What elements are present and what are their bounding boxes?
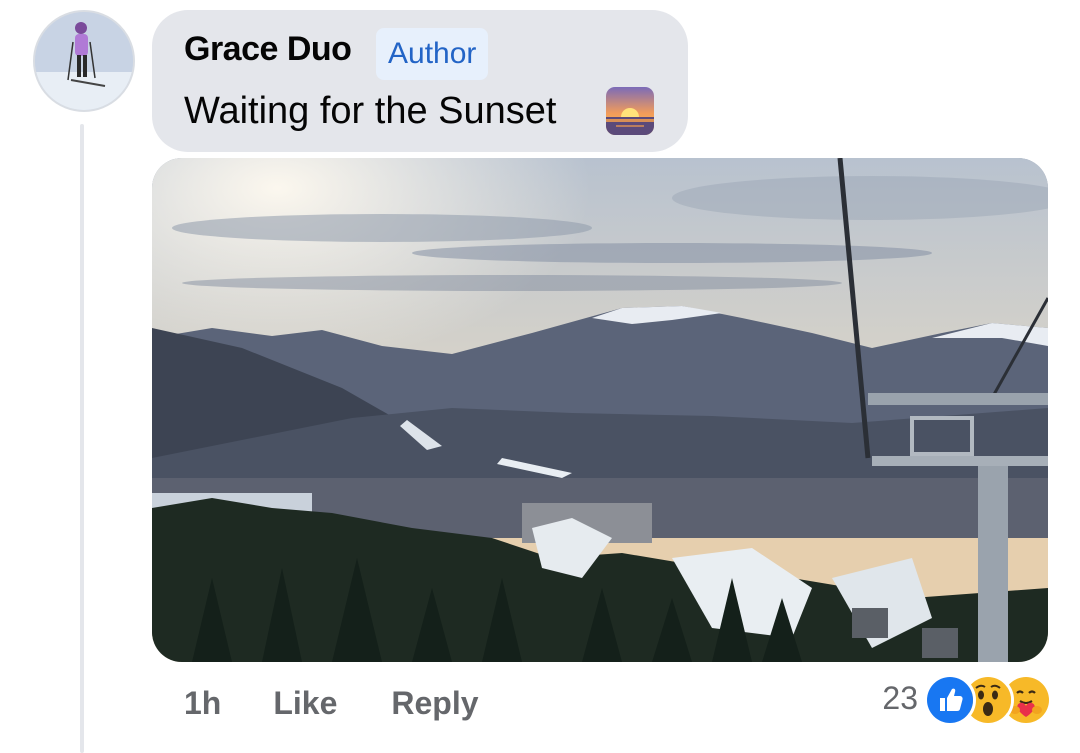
- reaction-count[interactable]: 23: [882, 680, 918, 717]
- comment-bubble: Grace Duo Author Waiting for the Sunset: [152, 10, 688, 152]
- reply-button[interactable]: Reply: [391, 685, 478, 722]
- avatar-image: [35, 12, 133, 110]
- reaction-icons[interactable]: [924, 674, 1052, 726]
- avatar[interactable]: [33, 10, 135, 112]
- comment-text: Waiting for the Sunset: [184, 90, 557, 132]
- comment-actions: 1h Like Reply: [184, 680, 533, 726]
- comment-timestamp[interactable]: 1h: [184, 685, 221, 722]
- author-name[interactable]: Grace Duo: [184, 30, 352, 69]
- like-button[interactable]: Like: [273, 685, 337, 722]
- comment-thread: Grace Duo Author Waiting for the Sunset: [0, 0, 1080, 753]
- mountain-photo: [152, 158, 1048, 662]
- author-badge: Author: [376, 28, 489, 80]
- reactions-summary[interactable]: 23: [882, 674, 1052, 726]
- sunset-emoji-icon: [606, 87, 654, 135]
- like-reaction-icon: [924, 674, 976, 726]
- thread-line: [80, 124, 84, 753]
- comment-photo[interactable]: [152, 158, 1048, 662]
